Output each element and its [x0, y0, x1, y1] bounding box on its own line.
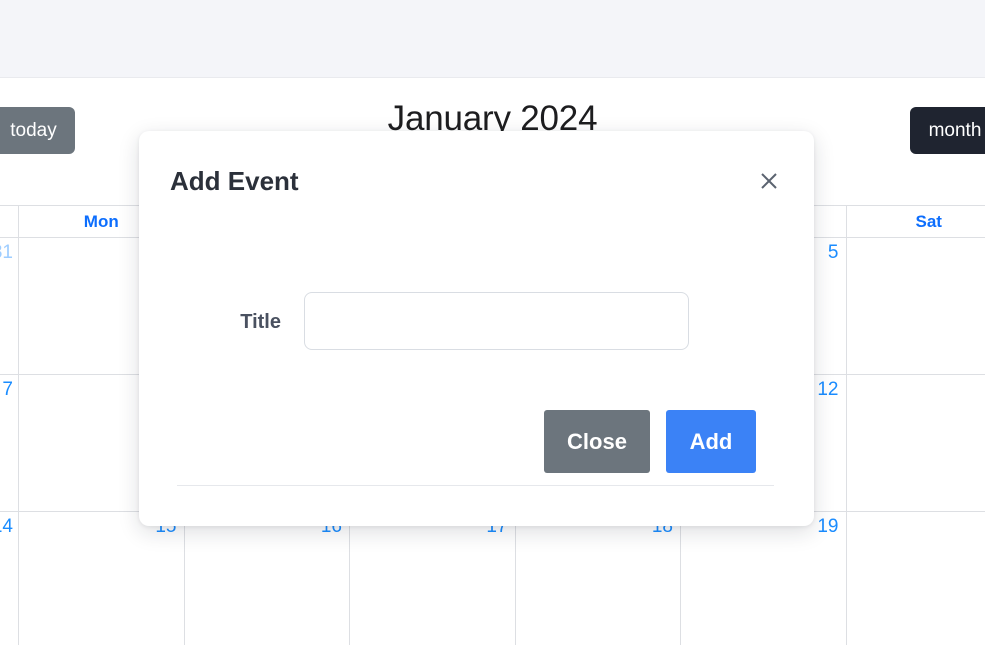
- calendar-day-cell[interactable]: 17: [350, 512, 516, 645]
- calendar-week-row: 15 16 17 18 19: [19, 512, 985, 645]
- calendar-day-cell[interactable]: 15: [19, 512, 185, 645]
- title-form-row: Title: [139, 292, 814, 350]
- close-x-icon[interactable]: [754, 166, 784, 196]
- calendar-day-number: 7: [2, 379, 13, 400]
- app-root: today January 2024 month 31 7 14 Mon Sat: [0, 0, 985, 645]
- calendar-day-cell[interactable]: 18: [515, 512, 681, 645]
- calendar-day-number: 14: [0, 516, 13, 537]
- calendar-left-header-cell: [0, 206, 19, 238]
- add-button[interactable]: Add: [666, 410, 756, 473]
- calendar-left-day-cell[interactable]: 14: [0, 512, 19, 645]
- title-field-label: Title: [240, 311, 281, 333]
- modal-footer: Close Add: [139, 386, 814, 526]
- calendar-day-number: 19: [817, 516, 839, 537]
- calendar-day-cell[interactable]: 16: [184, 512, 350, 645]
- modal-header: Add Event: [139, 131, 814, 231]
- calendar-day-cell[interactable]: [846, 375, 985, 512]
- calendar-day-number: 12: [817, 379, 839, 400]
- calendar-day-cell[interactable]: [846, 512, 985, 645]
- calendar-day-cell[interactable]: 19: [681, 512, 847, 645]
- calendar-left-day-cell[interactable]: 31: [0, 238, 19, 375]
- month-view-button[interactable]: month: [910, 107, 985, 154]
- calendar-day-number: 5: [827, 242, 839, 263]
- calendar-left-partial-column: 31 7 14: [0, 205, 19, 645]
- calendar-left-day-cell[interactable]: 7: [0, 375, 19, 512]
- page-top-bar: [0, 0, 985, 78]
- add-event-modal: Add Event Title Close Add: [139, 131, 814, 526]
- modal-title: Add Event: [170, 165, 299, 196]
- close-button[interactable]: Close: [544, 410, 650, 473]
- calendar-day-header: Sat: [846, 206, 985, 238]
- calendar-day-cell[interactable]: [846, 238, 985, 375]
- title-input[interactable]: [304, 292, 689, 350]
- calendar-day-number: 31: [0, 242, 13, 263]
